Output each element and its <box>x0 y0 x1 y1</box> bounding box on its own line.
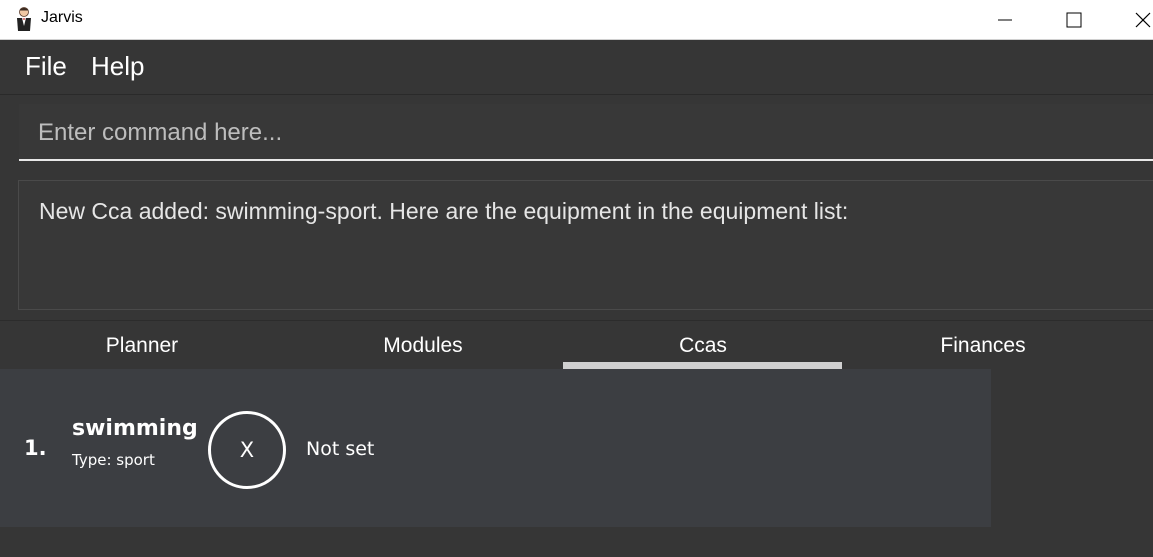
window-title: Jarvis <box>41 9 83 26</box>
progress-symbol: X <box>239 438 255 462</box>
tab-finances[interactable]: Finances <box>843 321 1123 369</box>
cca-index: 1. <box>24 436 47 460</box>
menu-file[interactable]: File <box>25 51 67 82</box>
tab-planner[interactable]: Planner <box>2 321 282 369</box>
cca-list: 1. swimming Type: sport X Not set <box>0 369 991 527</box>
maximize-button[interactable] <box>1051 0 1097 39</box>
minimize-icon <box>998 19 1012 20</box>
cca-type: Type: sport <box>72 451 155 469</box>
minimize-button[interactable] <box>982 0 1028 39</box>
menu-bar: File Help <box>0 40 1153 95</box>
list-item[interactable]: 1. swimming Type: sport X Not set <box>0 369 991 527</box>
result-message: New Cca added: swimming-sport. Here are … <box>39 198 849 224</box>
maximize-icon <box>1066 12 1082 27</box>
title-bar: Jarvis <box>0 0 1153 40</box>
equipment-status: Not set <box>306 438 375 460</box>
tab-modules[interactable]: Modules <box>283 321 563 369</box>
butler-icon <box>14 6 34 32</box>
progress-indicator: X <box>208 411 286 489</box>
command-input[interactable] <box>38 118 1118 148</box>
command-box <box>19 104 1153 161</box>
menu-help[interactable]: Help <box>91 51 144 82</box>
result-display: New Cca added: swimming-sport. Here are … <box>18 180 1153 310</box>
close-button[interactable] <box>1120 0 1153 39</box>
selected-tab-indicator <box>563 362 842 369</box>
cca-name: swimming <box>72 416 198 441</box>
close-icon <box>1135 12 1151 27</box>
